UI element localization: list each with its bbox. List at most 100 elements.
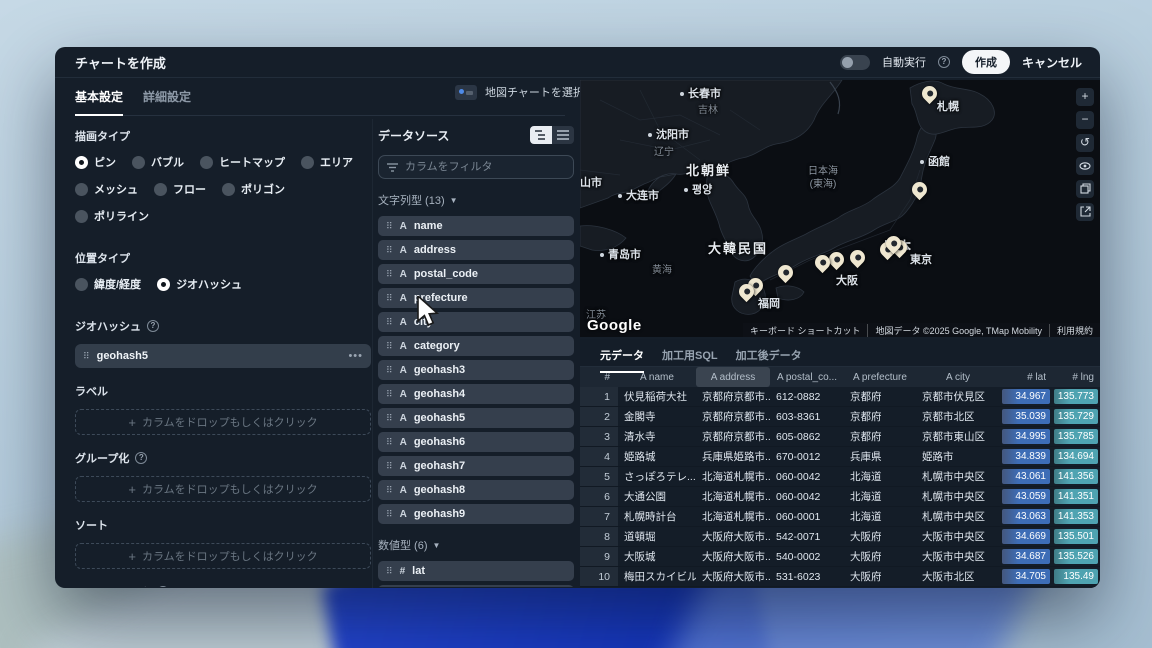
table-row[interactable]: 3清水寺京都府京都市...605-0862京都府京都市東山区34.995135.… xyxy=(580,427,1100,447)
drag-handle-icon[interactable]: ⠿ xyxy=(386,294,393,303)
table-row[interactable]: 6大通公園北海道札幌市...060-0042北海道札幌市中央区43.059141… xyxy=(580,487,1100,507)
string-type-section[interactable]: 文字列型 (13)▼ xyxy=(378,192,574,208)
col-header-address[interactable]: A address xyxy=(696,367,770,387)
col-header-index[interactable]: # xyxy=(580,367,618,387)
tab-advanced-settings[interactable]: 詳細設定 xyxy=(143,88,191,105)
column-chip-postal_code[interactable]: ⠿Apostal_code xyxy=(378,264,574,284)
col-header-lat[interactable]: # lat xyxy=(1000,367,1052,387)
column-chip-geohash6[interactable]: ⠿Ageohash6 xyxy=(378,432,574,452)
radio-option-ピン[interactable]: ピン xyxy=(75,154,116,170)
radio-option-フロー[interactable]: フロー xyxy=(154,181,206,197)
radio-unselected-icon[interactable] xyxy=(75,183,88,196)
column-chip-lng[interactable]: ⠿#lng xyxy=(378,585,574,587)
column-chip-lat[interactable]: ⠿#lat xyxy=(378,561,574,581)
drag-handle-icon[interactable]: ⠿ xyxy=(386,366,393,375)
table-row[interactable]: 7札幌時計台北海道札幌市...060-0001北海道札幌市中央区43.06314… xyxy=(580,507,1100,527)
drag-handle-icon[interactable]: ⠿ xyxy=(386,462,393,471)
radio-option-ジオハッシュ[interactable]: ジオハッシュ xyxy=(157,276,242,292)
drag-handle-icon[interactable]: ⠿ xyxy=(386,510,393,519)
drag-handle-icon[interactable]: ⠿ xyxy=(386,246,393,255)
radio-option-エリア[interactable]: エリア xyxy=(301,154,353,170)
radio-option-ポリゴン[interactable]: ポリゴン xyxy=(222,181,285,197)
drag-handle-icon[interactable]: ⠿ xyxy=(386,342,393,351)
auto-run-toggle[interactable] xyxy=(840,55,870,70)
radio-option-緯度/経度[interactable]: 緯度/経度 xyxy=(75,276,141,292)
drag-handle-icon[interactable]: ⠿ xyxy=(386,390,393,399)
drag-handle-icon[interactable]: ⠿ xyxy=(386,567,393,576)
zoom-out-button[interactable]: − xyxy=(1076,111,1094,129)
radio-unselected-icon[interactable] xyxy=(75,278,88,291)
column-chip-geohash4[interactable]: ⠿Ageohash4 xyxy=(378,384,574,404)
column-filter-field[interactable] xyxy=(405,161,535,173)
drag-handle-icon[interactable]: ⠿ xyxy=(386,318,393,327)
radio-option-バブル[interactable]: バブル xyxy=(132,154,184,170)
geohash-more-icon[interactable]: ••• xyxy=(348,350,363,362)
label-dropzone[interactable]: カラムをドロップもしくはクリック xyxy=(75,409,371,435)
keyboard-shortcuts-link[interactable]: キーボード ショートカット xyxy=(743,324,868,337)
col-header-postal-code[interactable]: A postal_co... xyxy=(770,367,844,387)
create-button[interactable]: 作成 xyxy=(962,50,1010,74)
column-chip-address[interactable]: ⠿Aaddress xyxy=(378,240,574,260)
external-link-button[interactable] xyxy=(1076,203,1094,221)
drag-handle-icon[interactable]: ⠿ xyxy=(386,414,393,423)
zoom-in-button[interactable]: + xyxy=(1076,88,1094,106)
drag-handle-icon[interactable]: ⠿ xyxy=(386,486,393,495)
copy-button[interactable] xyxy=(1076,180,1094,198)
drag-handle-icon[interactable]: ⠿ xyxy=(386,222,393,231)
table-row[interactable]: 9大阪城大阪府大阪市...540-0002大阪府大阪市中央区34.687135.… xyxy=(580,547,1100,567)
table-row[interactable]: 10梅田スカイビル大阪府大阪市...531-6023大阪府大阪市北区34.705… xyxy=(580,567,1100,587)
column-chip-city[interactable]: ⠿Acity xyxy=(378,312,574,332)
radio-unselected-icon[interactable] xyxy=(301,156,314,169)
groupby-info-icon[interactable] xyxy=(135,452,147,464)
sort-dropzone[interactable]: カラムをドロップもしくはクリック xyxy=(75,543,371,569)
radio-option-ヒートマップ[interactable]: ヒートマップ xyxy=(200,154,285,170)
tab-original-data[interactable]: 元データ xyxy=(600,347,644,366)
radio-selected-icon[interactable] xyxy=(157,278,170,291)
col-header-lng[interactable]: # lng xyxy=(1052,367,1100,387)
radio-option-メッシュ[interactable]: メッシュ xyxy=(75,181,138,197)
radio-unselected-icon[interactable] xyxy=(154,183,167,196)
auto-run-info-icon[interactable] xyxy=(938,56,950,68)
radio-unselected-icon[interactable] xyxy=(75,210,88,223)
column-chip-geohash5[interactable]: ⠿Ageohash5 xyxy=(378,408,574,428)
drag-handle-icon[interactable]: ⠿ xyxy=(386,270,393,279)
column-filter-input[interactable] xyxy=(378,155,574,179)
column-chip-geohash9[interactable]: ⠿Ageohash9 xyxy=(378,504,574,524)
tab-processing-sql[interactable]: 加工用SQL xyxy=(662,347,718,366)
col-header-name[interactable]: A name xyxy=(618,367,696,387)
sourcefilter-info-icon[interactable] xyxy=(157,586,169,587)
radio-selected-icon[interactable] xyxy=(75,156,88,169)
table-row[interactable]: 5さっぽろテレ...北海道札幌市...060-0042北海道札幌市中央区43.0… xyxy=(580,467,1100,487)
table-row[interactable]: 1伏見稲荷大社京都府京都市...612-0882京都府京都市伏見区34.9671… xyxy=(580,387,1100,407)
column-chip-prefecture[interactable]: ⠿Aprefecture xyxy=(378,288,574,308)
column-chip-geohash7[interactable]: ⠿Ageohash7 xyxy=(378,456,574,476)
list-view-button[interactable] xyxy=(552,126,574,144)
table-row[interactable]: 8道頓堀大阪府大阪市...542-0071大阪府大阪市中央区34.669135.… xyxy=(580,527,1100,547)
drag-handle-icon[interactable]: ⠿ xyxy=(386,438,393,447)
map-view[interactable]: 长春市吉林沈阳市辽宁北朝鲜평양山市大连市青岛市黄海大韓民国日本海 (東海)日本東… xyxy=(580,80,1100,337)
table-row[interactable]: 2金閣寺京都府京都市...603-8361京都府京都市北区35.039135.7… xyxy=(580,407,1100,427)
radio-unselected-icon[interactable] xyxy=(200,156,213,169)
col-header-city[interactable]: A city xyxy=(916,367,1000,387)
terms-link[interactable]: 利用規約 xyxy=(1049,324,1100,337)
visibility-button[interactable] xyxy=(1076,157,1094,175)
table-row[interactable]: 4姫路城兵庫県姫路市...670-0012兵庫県姫路市34.839134.694 xyxy=(580,447,1100,467)
column-chip-geohash3[interactable]: ⠿Ageohash3 xyxy=(378,360,574,380)
radio-option-ポリライン[interactable]: ポリライン xyxy=(75,208,149,224)
tab-processed-data[interactable]: 加工後データ xyxy=(736,347,802,366)
column-chip-name[interactable]: ⠿Aname xyxy=(378,216,574,236)
reset-view-button[interactable]: ↺ xyxy=(1076,134,1094,152)
cancel-button[interactable]: キャンセル xyxy=(1022,54,1082,71)
geohash-info-icon[interactable] xyxy=(147,320,159,332)
tree-view-button[interactable] xyxy=(530,126,552,144)
numeric-type-section[interactable]: 数値型 (6)▼ xyxy=(378,537,574,553)
radio-unselected-icon[interactable] xyxy=(222,183,235,196)
col-header-prefecture[interactable]: A prefecture xyxy=(844,367,916,387)
column-chip-category[interactable]: ⠿Acategory xyxy=(378,336,574,356)
radio-unselected-icon[interactable] xyxy=(132,156,145,169)
tab-basic-settings[interactable]: 基本設定 xyxy=(75,88,123,105)
drag-handle-icon[interactable]: ⠿ xyxy=(83,352,90,361)
geohash-field[interactable]: ⠿ geohash5 ••• xyxy=(75,344,371,368)
column-chip-geohash8[interactable]: ⠿Ageohash8 xyxy=(378,480,574,500)
groupby-dropzone[interactable]: カラムをドロップもしくはクリック xyxy=(75,476,371,502)
